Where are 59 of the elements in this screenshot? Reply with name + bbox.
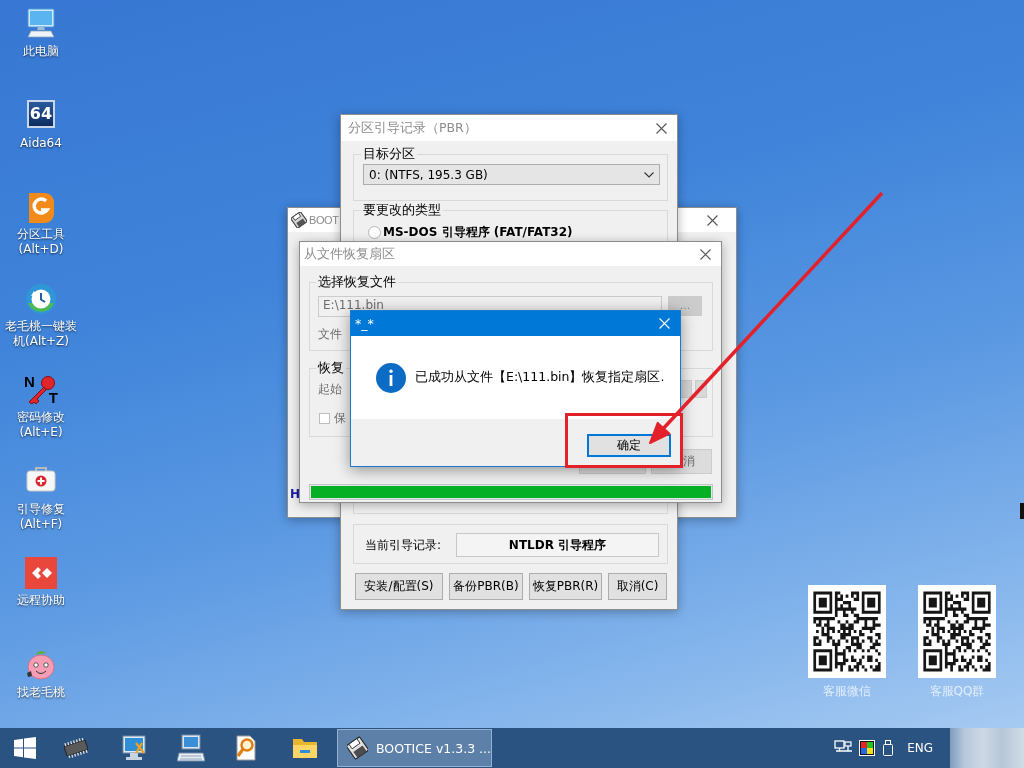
window-title: 分区引导记录（PBR） <box>347 119 478 137</box>
dialog-button[interactable]: 安装/配置(S) <box>355 573 443 600</box>
computer-icon[interactable] <box>25 8 57 38</box>
number-tile-logo[interactable]: 64 <box>27 99 55 128</box>
diamond-arrows-icon[interactable] <box>25 557 57 589</box>
qr-code-icon <box>918 585 996 678</box>
chip-icon[interactable] <box>62 738 90 758</box>
checkbox-label[interactable]: 保 <box>334 411 346 425</box>
record-value-field: NTLDR 引导程序 <box>456 533 659 557</box>
shortcut-label[interactable]: 分区工具(Alt+D) <box>3 227 79 257</box>
qr-caption: 客服微信 <box>823 684 871 698</box>
group-label: 选择恢复文件 <box>317 274 397 290</box>
info-icon <box>376 362 406 393</box>
start-menu-icon[interactable] <box>14 737 36 759</box>
field-label: 当前引导记录: <box>365 536 442 554</box>
shortcut-label[interactable]: 引导修复(Alt+F) <box>3 501 79 532</box>
option-label[interactable]: MS-DOS 引导程序 (FAT/FAT32) <box>383 223 573 241</box>
shortcut-label[interactable]: 老毛桃一键装机(Alt+Z) <box>3 318 79 349</box>
cursor-icon <box>1020 503 1024 519</box>
monitor-tools-icon[interactable] <box>122 735 148 761</box>
group-label: 恢复 <box>317 360 345 376</box>
window-title: *_* <box>354 316 375 331</box>
shortcut-label[interactable]: 远程协助 <box>17 593 65 608</box>
folder-icon[interactable] <box>292 737 318 759</box>
computer-keyboard-icon[interactable] <box>177 734 205 762</box>
shortcut-label[interactable]: 找老毛桃 <box>17 684 65 700</box>
dialog-button[interactable]: 恢复PBR(R) <box>529 573 602 600</box>
dialog-button[interactable]: 备份PBR(B) <box>449 573 523 600</box>
group-label: 目标分区 <box>362 146 416 162</box>
message-text: 已成功从文件【E:\111.bin】恢复指定扇区. <box>415 369 665 386</box>
dialog-button[interactable]: 取消(C) <box>608 573 667 600</box>
taskbar-task-button[interactable]: BOOTICE v1.3.3 ... <box>337 729 492 767</box>
close-icon[interactable] <box>700 248 711 260</box>
language-indicator[interactable]: ENG <box>907 741 933 755</box>
shortcut-label[interactable]: 密码修改(Alt+E) <box>3 410 79 440</box>
shortcut-label[interactable]: 此电脑 <box>23 44 59 59</box>
usb-drive-icon[interactable] <box>883 740 894 756</box>
field-label: 文件 <box>318 327 342 341</box>
qr-code-icon <box>808 585 886 678</box>
g-shape-logo-icon[interactable] <box>26 191 56 223</box>
group-label: 要更改的类型 <box>362 202 442 218</box>
shortcut-label[interactable]: Aida64 <box>20 135 62 151</box>
magnifier-document-icon[interactable] <box>235 735 257 761</box>
text-fragment: H <box>290 487 301 501</box>
ok-button[interactable]: 确定 <box>587 434 671 457</box>
color-squares-icon[interactable] <box>859 740 876 756</box>
field-label: 起始 <box>318 380 342 398</box>
close-icon[interactable] <box>707 214 718 226</box>
chevron-down-icon <box>644 171 654 178</box>
checkbox[interactable] <box>319 412 330 424</box>
first-aid-kit-icon[interactable] <box>25 465 57 492</box>
peach-mascot-icon[interactable] <box>24 648 58 681</box>
nt-key-logo[interactable]: N T <box>24 374 58 406</box>
qr-caption: 客服QQ群 <box>929 684 985 698</box>
partition-dropdown[interactable]: 0: (NTFS, 195.3 GB) <box>363 164 660 185</box>
window-title: BOOT <box>309 214 340 226</box>
close-icon[interactable] <box>656 122 667 134</box>
window-title: 从文件恢复扇区 <box>303 245 396 263</box>
radio-button[interactable] <box>368 225 381 239</box>
